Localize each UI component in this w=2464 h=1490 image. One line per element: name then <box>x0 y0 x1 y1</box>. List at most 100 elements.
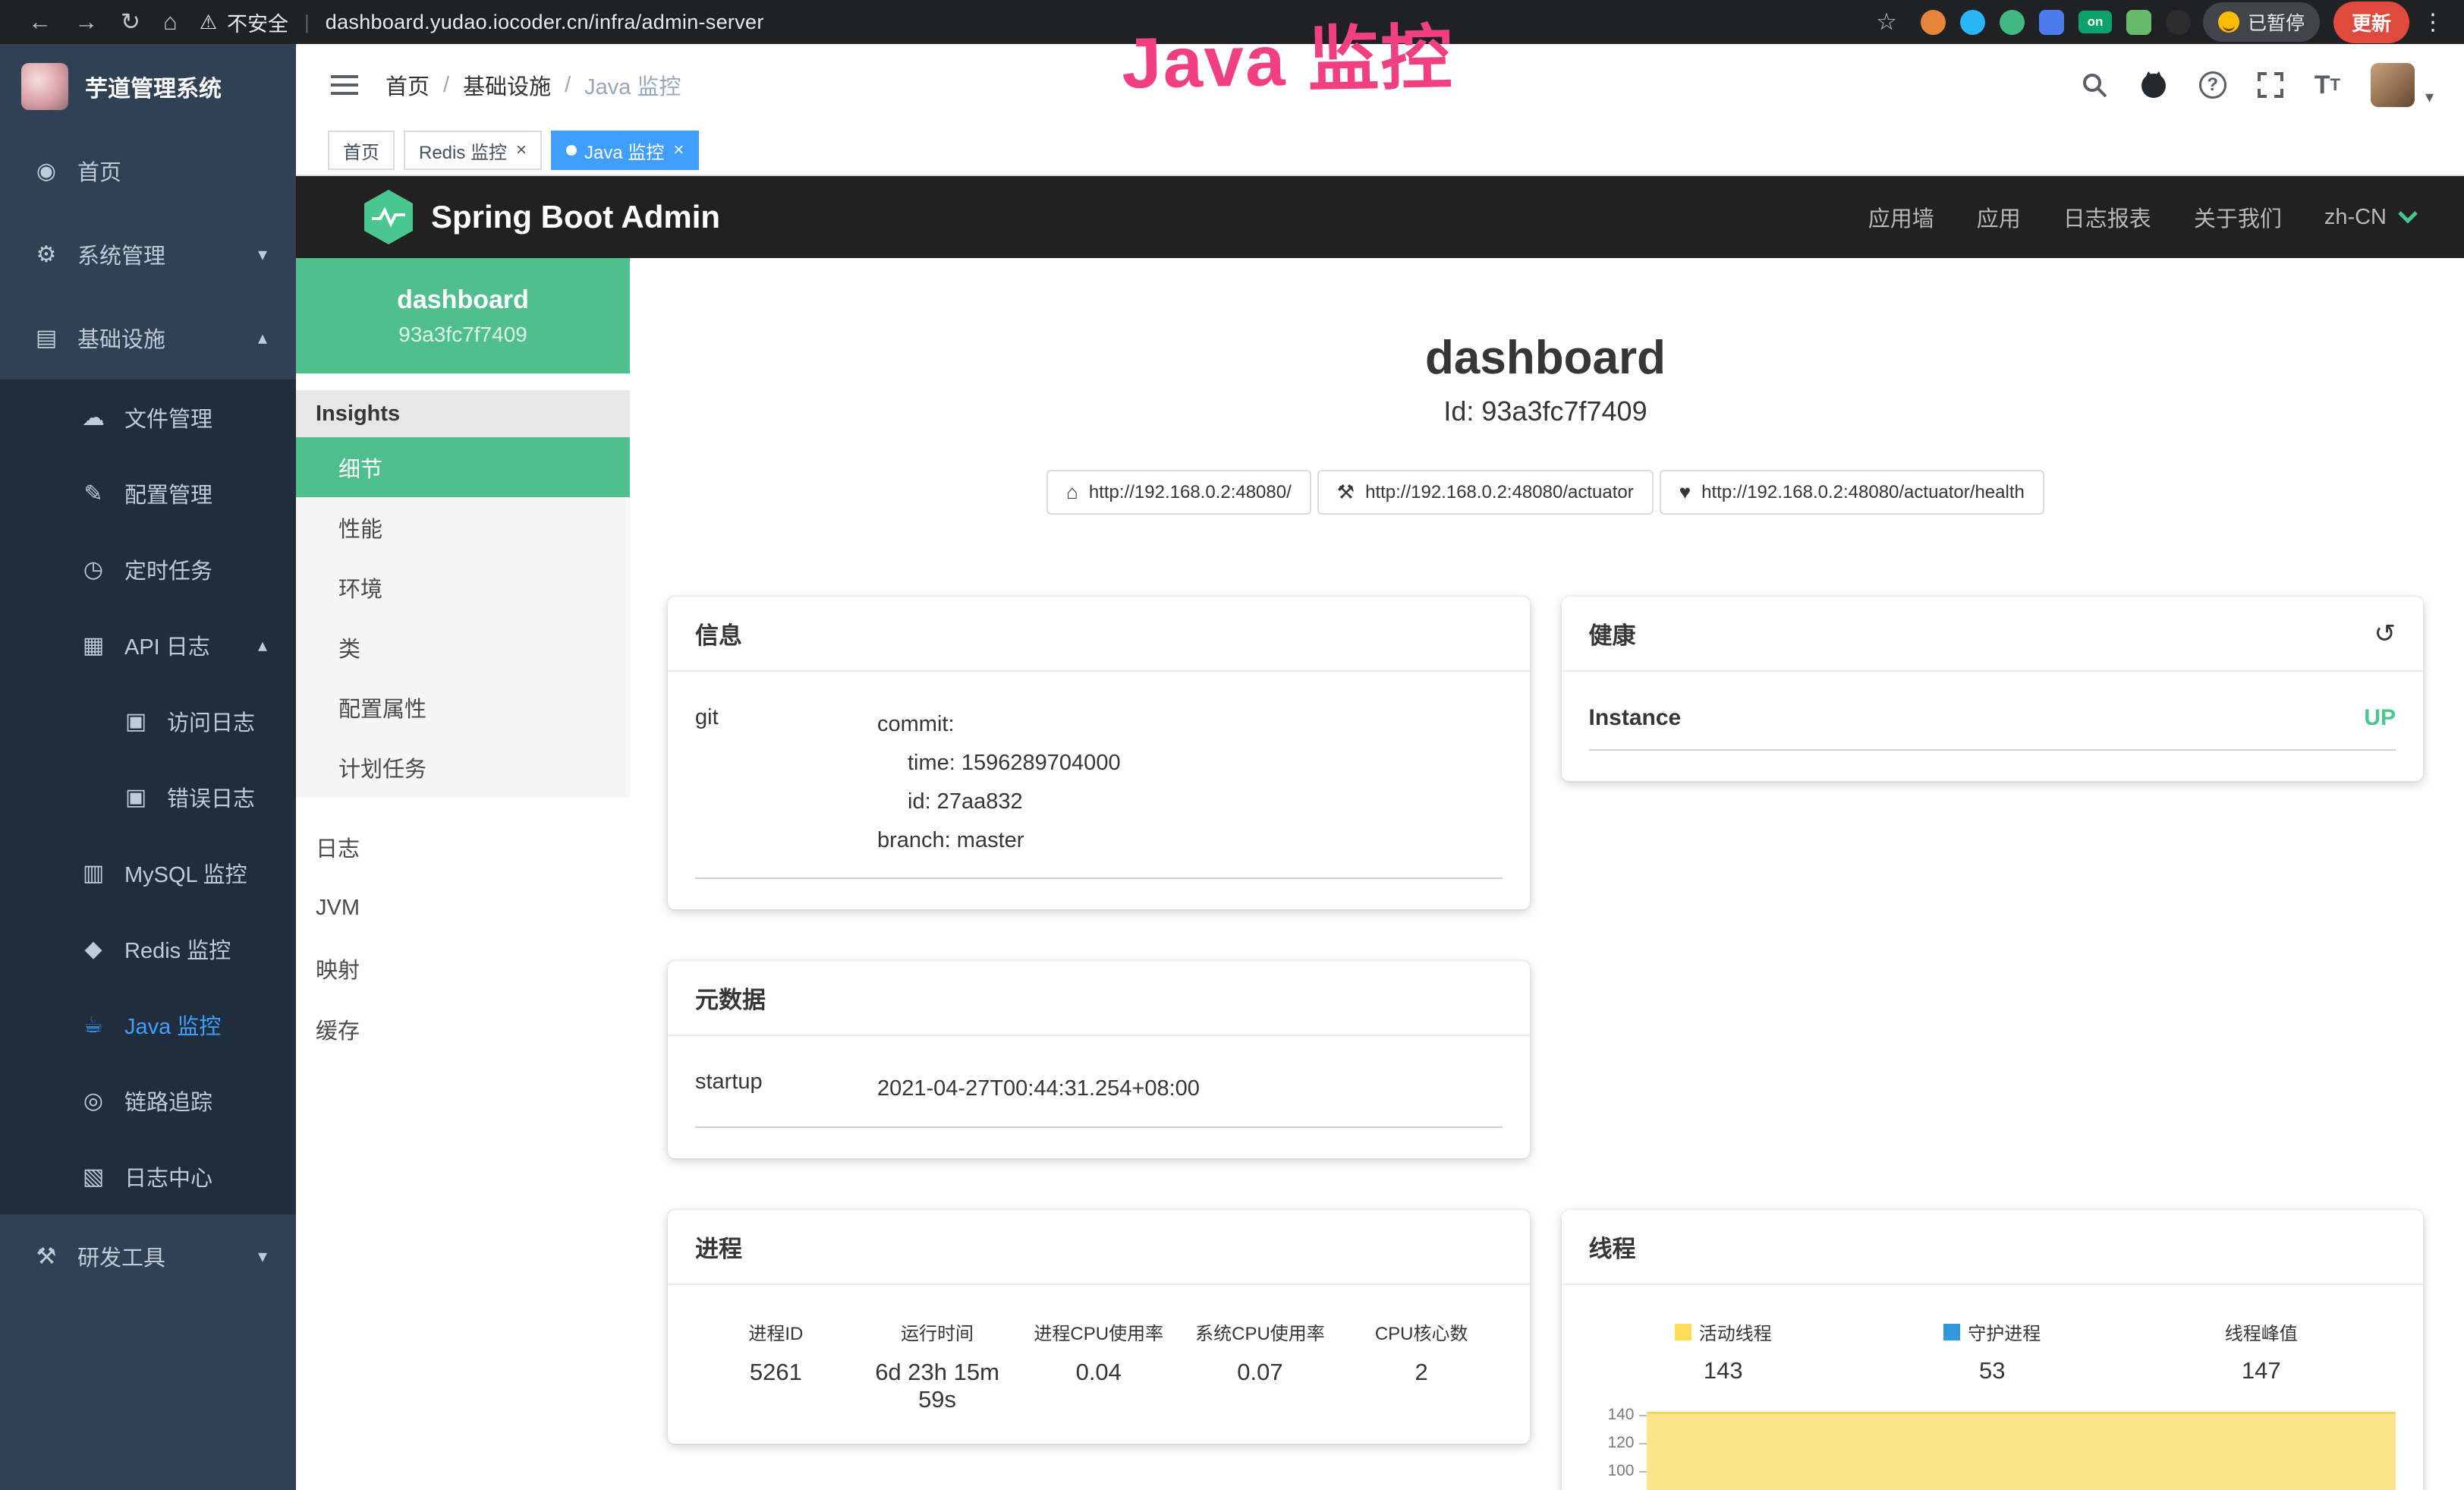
spring-boot-admin-logo-icon[interactable] <box>364 190 413 244</box>
smiley-icon <box>2218 11 2239 33</box>
instance-name: dashboard <box>397 285 529 315</box>
locale-label: zh-CN <box>2324 205 2387 230</box>
sidebar-item-api-logs[interactable]: ▦ API 日志 ▴ <box>0 607 296 683</box>
vue-devtools-icon[interactable] <box>2000 10 2025 35</box>
sba-item-jvm[interactable]: JVM <box>296 877 630 938</box>
search-icon[interactable] <box>2081 71 2108 99</box>
github-icon[interactable] <box>2138 70 2169 100</box>
sidebar-item-access-logs[interactable]: ▣ 访问日志 <box>0 683 296 759</box>
help-icon[interactable]: ? <box>2199 71 2226 99</box>
sba-brand-title[interactable]: Spring Boot Admin <box>431 199 720 235</box>
sidebar-item-config-management[interactable]: ✎ 配置管理 <box>0 455 296 531</box>
breadcrumb-section[interactable]: 基础设施 <box>463 69 551 101</box>
font-size-icon[interactable]: TT <box>2315 71 2340 100</box>
sidebar-item-system-management[interactable]: ⚙ 系统管理 ▾ <box>0 213 296 296</box>
sidebar-item-error-logs[interactable]: ▣ 错误日志 <box>0 759 296 835</box>
sidebar-item-home[interactable]: ◉ 首页 <box>0 129 296 213</box>
breadcrumb-home[interactable]: 首页 <box>385 69 430 101</box>
health-instance-row[interactable]: Instance UP <box>1589 705 2396 751</box>
instance-header[interactable]: dashboard 93a3fc7f7409 <box>296 258 630 373</box>
sidebar-item-redis-monitor[interactable]: ◆ Redis 监控 <box>0 911 296 987</box>
extension-icon-leaf[interactable] <box>2126 10 2151 35</box>
service-url-link[interactable]: ⌂ http://192.168.0.2:48080/ <box>1046 470 1311 515</box>
extension-icon-orange[interactable] <box>1921 10 1946 35</box>
page-title: dashboard <box>668 331 2423 385</box>
actuator-url-link[interactable]: ⚒ http://192.168.0.2:48080/actuator <box>1317 470 1654 515</box>
avatar[interactable] <box>2371 63 2415 107</box>
sba-item-scheduled-tasks[interactable]: 计划任务 <box>296 737 630 797</box>
nav-journal[interactable]: 日志报表 <box>2063 201 2151 233</box>
update-button[interactable]: 更新 <box>2333 2 2409 43</box>
sba-item-configprops[interactable]: 配置属性 <box>296 677 630 737</box>
close-icon[interactable]: × <box>673 140 684 161</box>
sba-item-logs[interactable]: 日志 <box>296 817 630 877</box>
chevron-down-icon[interactable]: ▾ <box>2425 87 2434 107</box>
tab-home[interactable]: 首页 <box>328 131 395 170</box>
paused-badge[interactable]: 已暂停 <box>2203 2 2320 42</box>
sidebar-item-label: 研发工具 <box>77 1240 165 1272</box>
heart-icon: ♥ <box>1679 480 1691 504</box>
sba-item-caches[interactable]: 缓存 <box>296 999 630 1060</box>
sidebar-item-dev-tools[interactable]: ⚒ 研发工具 ▾ <box>0 1214 296 1298</box>
legend-value: 143 <box>1704 1357 1743 1384</box>
tab-java-monitor[interactable]: Java 监控 × <box>551 131 699 170</box>
sidebar-item-mysql-monitor[interactable]: ▥ MySQL 监控 <box>0 835 296 911</box>
metadata-key: startup <box>695 1069 877 1108</box>
info-line: branch: master <box>877 821 1121 860</box>
sidebar-item-java-monitor[interactable]: ☕ Java 监控 <box>0 987 296 1063</box>
sidebar-item-infrastructure[interactable]: ▤ 基础设施 ▴ <box>0 296 296 380</box>
sba-item-metrics[interactable]: 性能 <box>296 497 630 557</box>
app-title: 芋道管理系统 <box>85 70 222 103</box>
mysql-icon: ▥ <box>79 860 108 887</box>
document-icon: ▣ <box>121 784 150 811</box>
column-header: 系统CPU使用率 <box>1179 1318 1341 1345</box>
instance-id-line: Id: 93a3fc7f7409 <box>668 395 2423 427</box>
app-logo[interactable]: 芋道管理系统 <box>0 44 296 129</box>
sidebar-item-tracing[interactable]: ◎ 链路追踪 <box>0 1063 296 1139</box>
legend-daemon-threads: 守护进程 53 <box>1858 1318 2127 1384</box>
sidebar-item-log-center[interactable]: ▧ 日志中心 <box>0 1139 296 1214</box>
info-key: git <box>695 705 877 859</box>
nav-about[interactable]: 关于我们 <box>2194 201 2282 233</box>
health-url-link[interactable]: ♥ http://192.168.0.2:48080/actuator/heal… <box>1660 470 2044 515</box>
forward-icon[interactable]: → <box>74 8 98 36</box>
legend-active-threads: 活动线程 143 <box>1589 1318 1858 1384</box>
bookmark-star-icon[interactable]: ☆ <box>1876 8 1897 36</box>
link-url: http://192.168.0.2:48080/actuator/health <box>1701 482 2025 503</box>
extension-icon-dark[interactable] <box>2166 10 2191 35</box>
service-links: ⌂ http://192.168.0.2:48080/ ⚒ http://192… <box>668 470 2423 515</box>
locale-selector[interactable]: zh-CN <box>2324 205 2418 230</box>
metadata-row: startup 2021-04-27T00:44:31.254+08:00 <box>695 1069 1503 1128</box>
sba-sidebar: dashboard 93a3fc7f7409 Insights 细节 性能 环境… <box>296 258 630 1490</box>
tab-redis-monitor[interactable]: Redis 监控 × <box>404 131 542 170</box>
tab-label: Redis 监控 <box>419 137 507 164</box>
fullscreen-icon[interactable] <box>2257 71 2284 99</box>
history-icon[interactable]: ↺ <box>2374 619 2396 649</box>
browser-menu-icon[interactable]: ⋮ <box>2422 9 2444 36</box>
nav-applications[interactable]: 应用 <box>1977 201 2021 233</box>
back-icon[interactable]: ← <box>28 8 52 36</box>
sba-item-details[interactable]: 细节 <box>296 437 630 497</box>
nav-wallboard[interactable]: 应用墙 <box>1868 201 1934 233</box>
insights-group: 细节 性能 环境 类 配置属性 计划任务 <box>296 437 630 797</box>
sba-item-environment[interactable]: 环境 <box>296 557 630 617</box>
url-text[interactable]: dashboard.yudao.iocoder.cn/infra/admin-s… <box>326 11 764 34</box>
sba-item-classes[interactable]: 类 <box>296 617 630 677</box>
security-label[interactable]: 不安全 <box>227 8 288 37</box>
extension-icon-grid[interactable] <box>2039 10 2064 35</box>
sidebar-item-file-management[interactable]: ☁ 文件管理 <box>0 380 296 455</box>
extension-icon-blue-drop[interactable] <box>1960 10 1985 35</box>
home-icon[interactable]: ⌂ <box>163 8 178 36</box>
omnibox[interactable]: ⚠ 不安全 | dashboard.yudao.iocoder.cn/infra… <box>200 8 764 37</box>
legend-peak-threads: 线程峰值 147 <box>2127 1318 2396 1384</box>
hamburger-icon[interactable] <box>331 83 358 87</box>
reload-icon[interactable]: ↻ <box>121 8 140 36</box>
tag-tab-bar: 首页 Redis 监控 × Java 监控 × <box>296 126 2464 176</box>
sidebar-item-scheduled-tasks[interactable]: ◷ 定时任务 <box>0 531 296 607</box>
close-icon[interactable]: × <box>516 140 527 161</box>
process-col-system-cpu: 系统CPU使用率 0.07 <box>1179 1318 1341 1413</box>
switch-on-icon[interactable]: on <box>2079 11 2112 33</box>
sidebar-item-label: Redis 监控 <box>124 933 231 965</box>
sba-item-mappings[interactable]: 映射 <box>296 938 630 999</box>
process-col-pid: 进程ID 5261 <box>695 1318 857 1413</box>
